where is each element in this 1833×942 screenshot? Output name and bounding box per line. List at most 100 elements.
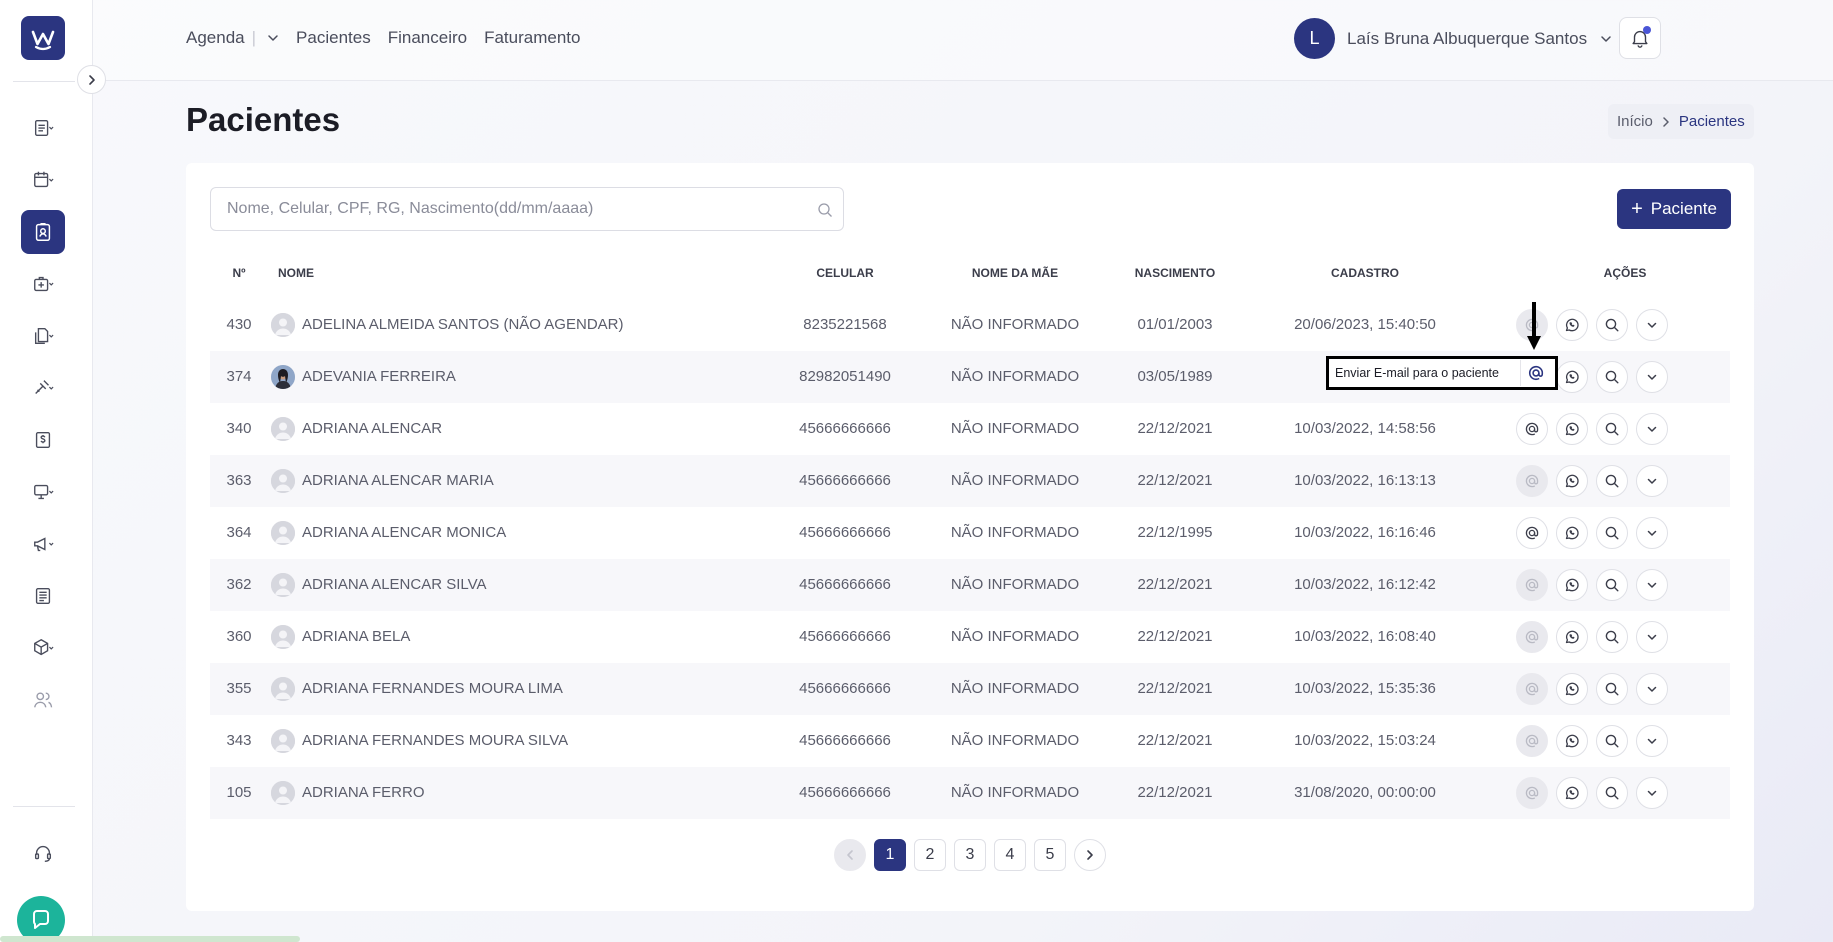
chevron-down-icon[interactable] xyxy=(266,31,280,45)
user-menu[interactable]: L Laís Bruna Albuquerque Santos xyxy=(1294,18,1613,59)
table-row[interactable]: 362 ADRIANA ALENCAR SILVA 45666666666 NÃO I… xyxy=(210,559,1730,611)
table-row[interactable]: 355 ADRIANA FERNANDES MOURA LIMA 456666666… xyxy=(210,663,1730,715)
more-actions-button[interactable] xyxy=(1636,517,1668,549)
whatsapp-button[interactable] xyxy=(1556,361,1588,393)
view-patient-button[interactable] xyxy=(1596,777,1628,809)
view-patient-button[interactable] xyxy=(1596,465,1628,497)
sidebar-item-pacientes[interactable] xyxy=(21,210,65,254)
sidebar-item-users[interactable] xyxy=(21,678,65,722)
send-email-button[interactable] xyxy=(1516,569,1548,601)
view-patient-button[interactable] xyxy=(1596,361,1628,393)
sidebar-item-clinic[interactable] xyxy=(21,262,65,306)
patient-phone: 45666666666 xyxy=(799,472,891,489)
more-actions-button[interactable] xyxy=(1636,361,1668,393)
page-3-button[interactable]: 3 xyxy=(954,839,986,871)
at-sign-icon xyxy=(1525,474,1539,488)
view-patient-button[interactable] xyxy=(1596,569,1628,601)
whatsapp-button[interactable] xyxy=(1556,309,1588,341)
prev-page-button[interactable] xyxy=(834,839,866,871)
more-actions-button[interactable] xyxy=(1636,621,1668,653)
more-actions-button[interactable] xyxy=(1636,569,1668,601)
next-page-button[interactable] xyxy=(1074,839,1106,871)
more-actions-button[interactable] xyxy=(1636,725,1668,757)
patient-name[interactable]: ADELINA ALMEIDA SANTOS (NÃO AGENDAR) xyxy=(302,316,623,333)
nav-financeiro[interactable]: Financeiro xyxy=(388,28,467,48)
sidebar-item-support[interactable] xyxy=(21,831,65,875)
page-title: Pacientes xyxy=(186,101,341,138)
whatsapp-button[interactable] xyxy=(1556,413,1588,445)
view-patient-button[interactable] xyxy=(1596,413,1628,445)
sidebar-item-monitor[interactable] xyxy=(21,470,65,514)
sidebar-item-reports[interactable] xyxy=(21,574,65,618)
more-actions-button[interactable] xyxy=(1636,413,1668,445)
send-email-button[interactable] xyxy=(1516,725,1548,757)
whatsapp-button[interactable] xyxy=(1556,465,1588,497)
table-row[interactable]: 360 ADRIANA BELA 45666666666 NÃO INFORMADO 2… xyxy=(210,611,1730,663)
page-5-button[interactable]: 5 xyxy=(1034,839,1066,871)
view-patient-button[interactable] xyxy=(1596,673,1628,705)
whatsapp-button[interactable] xyxy=(1556,569,1588,601)
whatsapp-button[interactable] xyxy=(1556,621,1588,653)
table-row[interactable]: 105 ADRIANA FERRO 45666666666 NÃO INFORMADO… xyxy=(210,767,1730,819)
more-actions-button[interactable] xyxy=(1636,465,1668,497)
whatsapp-button[interactable] xyxy=(1556,517,1588,549)
notifications-button[interactable] xyxy=(1619,17,1661,59)
more-actions-button[interactable] xyxy=(1636,777,1668,809)
patient-name[interactable]: ADRIANA ALENCAR xyxy=(302,420,442,437)
default-avatar-icon xyxy=(271,573,295,597)
table-row[interactable]: 340 ADRIANA ALENCAR 45666666666 NÃO INFORMA… xyxy=(210,403,1730,455)
patient-name[interactable]: ADRIANA ALENCAR SILVA xyxy=(302,576,487,593)
app-logo[interactable] xyxy=(21,16,65,60)
sidebar-item-financeiro[interactable] xyxy=(21,418,65,462)
send-email-button[interactable] xyxy=(1516,517,1548,549)
table-row[interactable]: 363 ADRIANA ALENCAR MARIA 45666666666 NÃO I… xyxy=(210,455,1730,507)
add-patient-button[interactable]: + Paciente xyxy=(1617,189,1731,229)
nav-faturamento[interactable]: Faturamento xyxy=(484,28,580,48)
table-row[interactable]: 430 ADELINA ALMEIDA SANTOS (NÃO AGENDAR) 8… xyxy=(210,299,1730,351)
search-input[interactable] xyxy=(211,188,843,230)
tooltip-email-button[interactable] xyxy=(1520,360,1550,386)
patient-mother-name: NÃO INFORMADO xyxy=(950,628,1080,645)
table-row[interactable]: 364 ADRIANA ALENCAR MONICA 45666666666 NÃO … xyxy=(210,507,1730,559)
more-actions-button[interactable] xyxy=(1636,309,1668,341)
more-actions-button[interactable] xyxy=(1636,673,1668,705)
chevron-down-icon xyxy=(1647,374,1657,380)
patient-name[interactable]: ADRIANA BELA xyxy=(302,628,410,645)
sidebar-expand-button[interactable] xyxy=(77,65,106,94)
sidebar xyxy=(0,0,93,942)
view-patient-button[interactable] xyxy=(1596,621,1628,653)
whatsapp-button[interactable] xyxy=(1556,673,1588,705)
send-email-button[interactable] xyxy=(1516,413,1548,445)
send-email-button[interactable] xyxy=(1516,621,1548,653)
send-email-button[interactable] xyxy=(1516,777,1548,809)
sidebar-item-marketing[interactable] xyxy=(21,522,65,566)
page-2-button[interactable]: 2 xyxy=(914,839,946,871)
nav-pacientes[interactable]: Pacientes xyxy=(296,28,371,48)
send-email-button[interactable] xyxy=(1516,673,1548,705)
patient-mother-name: NÃO INFORMADO xyxy=(950,420,1080,437)
view-patient-button[interactable] xyxy=(1596,725,1628,757)
table-row[interactable]: 343 ADRIANA FERNANDES MOURA SILVA 45666666… xyxy=(210,715,1730,767)
email-tooltip: Enviar E-mail para o paciente xyxy=(1326,356,1558,390)
patient-name[interactable]: ADRIANA FERNANDES MOURA LIMA xyxy=(302,680,563,697)
view-patient-button[interactable] xyxy=(1596,309,1628,341)
patient-name[interactable]: ADEVANIA FERREIRA xyxy=(302,368,456,385)
sidebar-item-agenda[interactable] xyxy=(21,158,65,202)
whatsapp-button[interactable] xyxy=(1556,725,1588,757)
sidebar-item-inventory[interactable] xyxy=(21,626,65,670)
view-patient-button[interactable] xyxy=(1596,517,1628,549)
patient-name[interactable]: ADRIANA ALENCAR MARIA xyxy=(302,472,494,489)
send-email-button[interactable] xyxy=(1516,465,1548,497)
patient-name[interactable]: ADRIANA FERNANDES MOURA SILVA xyxy=(302,732,568,749)
page-4-button[interactable]: 4 xyxy=(994,839,1026,871)
breadcrumb-home[interactable]: Início xyxy=(1617,113,1653,130)
patient-name[interactable]: ADRIANA ALENCAR MONICA xyxy=(302,524,506,541)
page-1-button[interactable]: 1 xyxy=(874,839,906,871)
whatsapp-button[interactable] xyxy=(1556,777,1588,809)
chevron-down-icon xyxy=(1647,322,1657,328)
sidebar-item-records[interactable] xyxy=(21,106,65,150)
patient-name[interactable]: ADRIANA FERRO xyxy=(302,784,425,801)
nav-agenda[interactable]: Agenda xyxy=(186,28,245,48)
sidebar-item-documents[interactable] xyxy=(21,314,65,358)
sidebar-item-procedures[interactable] xyxy=(21,366,65,410)
